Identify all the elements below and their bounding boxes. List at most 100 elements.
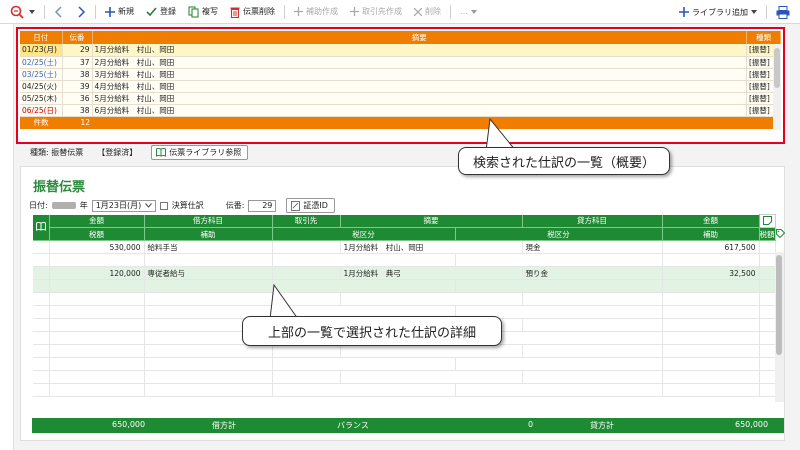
debit-aux[interactable] [144, 253, 273, 267]
table-row[interactable]: 530,000 給料手当 1月分給料 村山、岡田 現金 617,500 [33, 240, 776, 254]
empty-cell[interactable] [662, 383, 760, 397]
empty-cell[interactable] [272, 370, 341, 384]
debit-total-label: 借方計 [212, 421, 236, 430]
empty-cell[interactable] [144, 292, 273, 306]
col-date[interactable]: 日付 [20, 31, 63, 44]
empty-cell[interactable] [144, 357, 273, 371]
new-button[interactable]: 新規 [99, 2, 140, 22]
next-button[interactable] [70, 2, 92, 22]
debit-aux[interactable] [144, 279, 273, 293]
delete-voucher-button[interactable]: 伝票削除 [224, 2, 281, 22]
empty-cell[interactable] [49, 292, 145, 306]
empty-cell[interactable] [340, 344, 523, 358]
print-button[interactable] [770, 2, 796, 22]
credit-aux[interactable] [662, 279, 760, 293]
empty-cell[interactable] [455, 383, 663, 397]
summary-cell[interactable]: 1月分給料 村山、岡田 [340, 240, 523, 254]
more-button[interactable]: … [454, 2, 483, 22]
debit-account[interactable]: 給料手当 [144, 240, 273, 254]
empty-cell[interactable] [49, 344, 145, 358]
empty-cell[interactable] [272, 357, 456, 371]
table-row[interactable]: 05/25(木) 36 5月分給料 村山、岡田 [振替] [20, 92, 781, 105]
empty-cell[interactable] [340, 370, 523, 384]
empty-cell[interactable] [49, 331, 145, 345]
partner-create-button[interactable]: 取引先作成 [344, 2, 408, 22]
table-row[interactable]: 02/25(土) 37 2月分給料 村山、岡田 [振替] [20, 56, 781, 69]
closing-checkbox[interactable] [159, 201, 168, 210]
empty-cell[interactable] [522, 292, 663, 306]
table-row[interactable]: 04/25(火) 39 4月分給料 村山、岡田 [振替] [20, 80, 781, 93]
table-row-empty[interactable] [33, 370, 776, 384]
table-row-empty[interactable] [33, 344, 776, 358]
empty-cell[interactable] [49, 383, 145, 397]
debit-tax[interactable] [49, 279, 145, 293]
grid-scroll-thumb[interactable] [776, 255, 782, 355]
empty-cell[interactable] [662, 318, 760, 332]
delete-button[interactable]: 削除 [408, 2, 447, 22]
zoom-button[interactable] [4, 2, 41, 22]
empty-cell[interactable] [340, 292, 523, 306]
table-row[interactable]: 120,000 専従者給与 1月分給料 典弓 預り金 32,500 [33, 266, 776, 280]
empty-cell[interactable] [455, 357, 663, 371]
grid-scrollbar[interactable] [775, 252, 784, 402]
table-row-sub[interactable] [33, 279, 776, 293]
credit-aux[interactable] [662, 253, 760, 267]
debit-account[interactable]: 専従者給与 [144, 266, 273, 280]
aux-create-button[interactable]: 補助作成 [288, 2, 344, 22]
table-row[interactable]: 01/23(月) 29 1月分給料 村山、岡田 [振替] [20, 44, 781, 57]
empty-cell[interactable] [662, 331, 760, 345]
library-add-button[interactable]: ライブラリ追加 [673, 2, 763, 22]
empty-cell[interactable] [144, 383, 273, 397]
credit-tax-class[interactable] [455, 279, 663, 293]
empty-cell[interactable] [662, 344, 760, 358]
empty-cell[interactable] [522, 370, 663, 384]
credit-account[interactable]: 預り金 [522, 266, 663, 280]
empty-cell[interactable] [272, 383, 456, 397]
register-button[interactable]: 登録 [140, 2, 182, 22]
debit-tax-class[interactable] [272, 253, 456, 267]
empty-cell[interactable] [522, 318, 663, 332]
evidence-id-button[interactable]: 証憑ID [286, 198, 335, 213]
chevron-down-icon [29, 9, 35, 14]
empty-cell[interactable] [144, 344, 273, 358]
empty-cell[interactable] [49, 357, 145, 371]
empty-cell[interactable] [662, 357, 760, 371]
empty-cell[interactable] [662, 305, 760, 319]
col-no[interactable]: 伝番 [62, 31, 93, 44]
summary-cell[interactable]: 1月分給料 典弓 [340, 266, 523, 280]
table-row[interactable]: 03/25(土) 38 3月分給料 村山、岡田 [振替] [20, 68, 781, 81]
empty-cell[interactable] [272, 344, 341, 358]
credit-amount[interactable]: 32,500 [662, 266, 760, 280]
table-row[interactable]: 06/25(日) 38 6月分給料 村山、岡田 [振替] [20, 104, 781, 117]
list-scrollbar[interactable] [773, 44, 781, 130]
empty-cell[interactable] [49, 318, 145, 332]
debit-amount[interactable]: 530,000 [49, 240, 145, 254]
table-row-empty[interactable] [33, 292, 776, 306]
debit-tax[interactable] [49, 253, 145, 267]
debit-amount[interactable]: 120,000 [49, 266, 145, 280]
voucher-no-input[interactable]: 29 [248, 199, 277, 212]
col-type[interactable]: 種類 [746, 31, 781, 44]
col-summary[interactable]: 摘要 [92, 31, 747, 44]
library-ref-button[interactable]: 伝票ライブラリ参照 [151, 145, 249, 160]
list-scroll-thumb[interactable] [774, 48, 780, 88]
prev-button[interactable] [48, 2, 70, 22]
empty-cell[interactable] [49, 305, 145, 319]
empty-cell[interactable] [49, 370, 145, 384]
credit-amount[interactable]: 617,500 [662, 240, 760, 254]
partner-cell[interactable] [272, 266, 341, 280]
empty-cell[interactable] [662, 292, 760, 306]
col-amount: 金額 [49, 214, 145, 228]
table-row-sub[interactable] [33, 253, 776, 267]
empty-cell[interactable] [662, 370, 760, 384]
empty-cell[interactable] [144, 370, 273, 384]
table-row-empty[interactable] [33, 357, 776, 371]
credit-account[interactable]: 現金 [522, 240, 663, 254]
date-select[interactable]: 1月23日(月) [91, 199, 156, 212]
empty-cell[interactable] [522, 344, 663, 358]
credit-tax-class[interactable] [455, 253, 663, 267]
duplicate-button[interactable]: 複写 [182, 2, 224, 22]
count-value: 12 [62, 116, 92, 129]
table-row-empty[interactable] [33, 383, 776, 397]
partner-cell[interactable] [272, 240, 341, 254]
